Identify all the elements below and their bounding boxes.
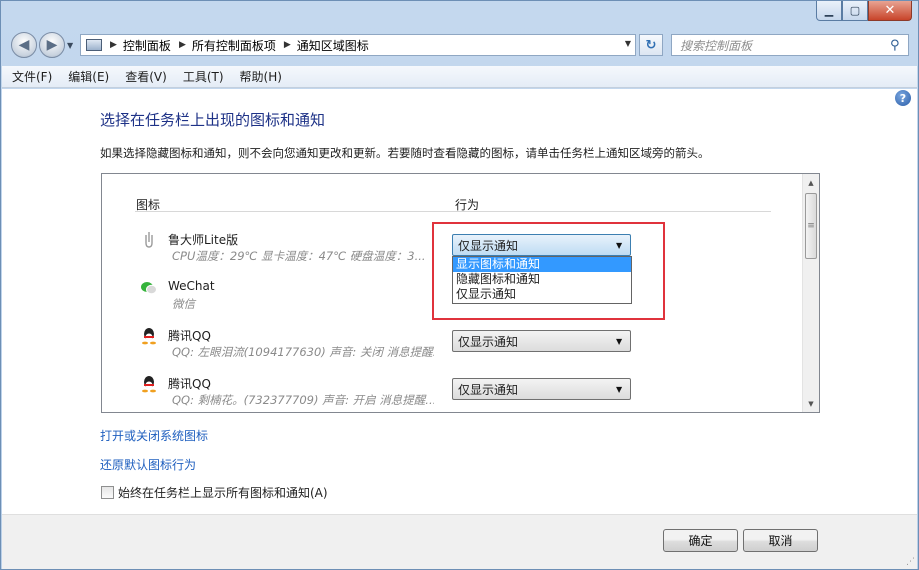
menu-help[interactable]: 帮助(H): [234, 68, 288, 85]
chevron-right-icon[interactable]: ▶: [110, 40, 117, 50]
breadcrumb-control-panel[interactable]: 控制面板: [123, 37, 171, 54]
scrollbar-thumb[interactable]: ≡: [805, 193, 817, 259]
page-title: 选择在任务栏上出现的图标和通知: [100, 111, 326, 129]
page-description: 如果选择隐藏图标和通知，则不会向您通知更改和更新。若要随时查看隐藏的图标，请单击…: [100, 146, 710, 160]
behavior-select[interactable]: 仅显示通知 ▼: [452, 234, 631, 256]
search-input[interactable]: 搜索控制面板 ⚲: [671, 34, 909, 56]
refresh-icon: ↻: [645, 37, 657, 53]
ok-button[interactable]: 确定: [663, 529, 738, 552]
maximize-button[interactable]: ▢: [842, 1, 868, 21]
close-button[interactable]: ✕: [868, 1, 912, 21]
always-show-option[interactable]: 始终在任务栏上显示所有图标和通知(A): [101, 484, 328, 501]
forward-button[interactable]: ▶: [39, 32, 65, 58]
behavior-select-value: 仅显示通知: [458, 382, 519, 397]
wechat-icon: [140, 279, 158, 297]
menu-file[interactable]: 文件(F): [6, 68, 58, 85]
behavior-select[interactable]: 仅显示通知 ▼: [452, 330, 631, 352]
restore-defaults-link[interactable]: 还原默认图标行为: [100, 456, 196, 473]
recent-pages-dropdown-icon[interactable]: ▼: [67, 41, 73, 50]
always-show-checkbox[interactable]: [101, 486, 114, 499]
app-name: 腾讯QQ: [168, 377, 211, 391]
breadcrumb-all-items[interactable]: 所有控制面板项: [192, 37, 276, 54]
address-dropdown-icon[interactable]: ▼: [625, 39, 631, 48]
back-button[interactable]: ◀: [11, 32, 37, 58]
app-tooltip-text: QQ: 左眼泪流(1094177630) 声音: 关闭 消息提醒...: [172, 345, 434, 359]
menu-view[interactable]: 查看(V): [119, 68, 173, 85]
behavior-select-value: 仅显示通知: [458, 334, 519, 349]
dropdown-option-show[interactable]: 显示图标和通知: [453, 257, 631, 272]
search-placeholder: 搜索控制面板: [680, 38, 753, 53]
search-icon[interactable]: ⚲: [890, 38, 908, 53]
breadcrumb-notification-icons[interactable]: 通知区域图标: [297, 37, 369, 54]
minimize-button[interactable]: ▁: [816, 1, 842, 21]
address-bar[interactable]: ▶ 控制面板 ▶ 所有控制面板项 ▶ 通知区域图标 ▼: [80, 34, 636, 56]
forward-arrow-icon: ▶: [46, 37, 58, 53]
app-tooltip-text: 微信: [172, 297, 195, 311]
menu-bar: 文件(F) 编辑(E) 查看(V) 工具(T) 帮助(H): [2, 66, 917, 88]
qq-icon: [140, 327, 158, 345]
behavior-select[interactable]: 仅显示通知 ▼: [452, 378, 631, 400]
menu-edit[interactable]: 编辑(E): [62, 68, 115, 85]
app-tooltip-text: CPU温度：29℃ 显卡温度：47℃ 硬盘温度：3...: [172, 249, 426, 263]
control-panel-window: ▁ ▢ ✕ ◀ ▶ ▼ ▶ 控制面板 ▶ 所有控制面板项 ▶ 通知区域图标 ▼ …: [0, 0, 919, 570]
back-arrow-icon: ◀: [18, 37, 30, 53]
app-tooltip-text: QQ: 剩楠花。(732377709) 声音: 开启 消息提醒...: [172, 393, 434, 407]
resize-grip-icon[interactable]: ⋰: [906, 557, 915, 567]
vertical-scrollbar[interactable]: ▲ ≡ ▼: [802, 174, 819, 412]
caption-buttons: ▁ ▢ ✕: [816, 1, 912, 21]
behavior-select-value: 仅显示通知: [458, 238, 519, 253]
dropdown-option-hide[interactable]: 隐藏图标和通知: [453, 272, 631, 287]
list-item: 腾讯QQ QQ: 剩楠花。(732377709) 声音: 开启 消息提醒... …: [102, 372, 802, 412]
app-name: 腾讯QQ: [168, 329, 211, 343]
dropdown-option-notify-only[interactable]: 仅显示通知: [453, 287, 631, 302]
chevron-down-icon: ▼: [616, 336, 623, 346]
system-icons-link[interactable]: 打开或关闭系统图标: [100, 427, 208, 444]
list-item: 腾讯QQ QQ: 左眼泪流(1094177630) 声音: 关闭 消息提醒...…: [102, 324, 802, 372]
behavior-dropdown-list: 显示图标和通知 隐藏图标和通知 仅显示通知: [452, 256, 632, 304]
qq-icon: [140, 375, 158, 393]
refresh-button[interactable]: ↻: [639, 34, 663, 56]
scroll-up-icon[interactable]: ▲: [803, 174, 819, 191]
app-name: 鲁大师Lite版: [168, 233, 239, 247]
navigation-bar: ◀ ▶ ▼ ▶ 控制面板 ▶ 所有控制面板项 ▶ 通知区域图标 ▼ ↻ 搜索控制…: [1, 29, 918, 63]
chevron-down-icon: ▼: [616, 240, 623, 250]
dialog-footer: 确定 取消 ⋰: [2, 514, 917, 569]
chevron-right-icon[interactable]: ▶: [179, 40, 186, 50]
menu-tools[interactable]: 工具(T): [177, 68, 230, 85]
chevron-down-icon: ▼: [616, 384, 623, 394]
app-name: WeChat: [168, 279, 215, 293]
cancel-button[interactable]: 取消: [743, 529, 818, 552]
ludashi-icon: [140, 231, 158, 249]
main-content: ? 选择在任务栏上出现的图标和通知 如果选择隐藏图标和通知，则不会向您通知更改和…: [2, 89, 917, 569]
notification-icons-list: 图标 行为 鲁大师Lite版 CPU温度：29℃ 显卡温度：47℃ 硬盘温度：3…: [101, 173, 820, 413]
computer-icon: [86, 39, 102, 51]
always-show-label[interactable]: 始终在任务栏上显示所有图标和通知(A): [118, 484, 328, 501]
help-icon[interactable]: ?: [895, 90, 911, 106]
chevron-right-icon[interactable]: ▶: [284, 40, 291, 50]
scroll-down-icon[interactable]: ▼: [803, 395, 819, 412]
header-divider: [135, 211, 771, 212]
